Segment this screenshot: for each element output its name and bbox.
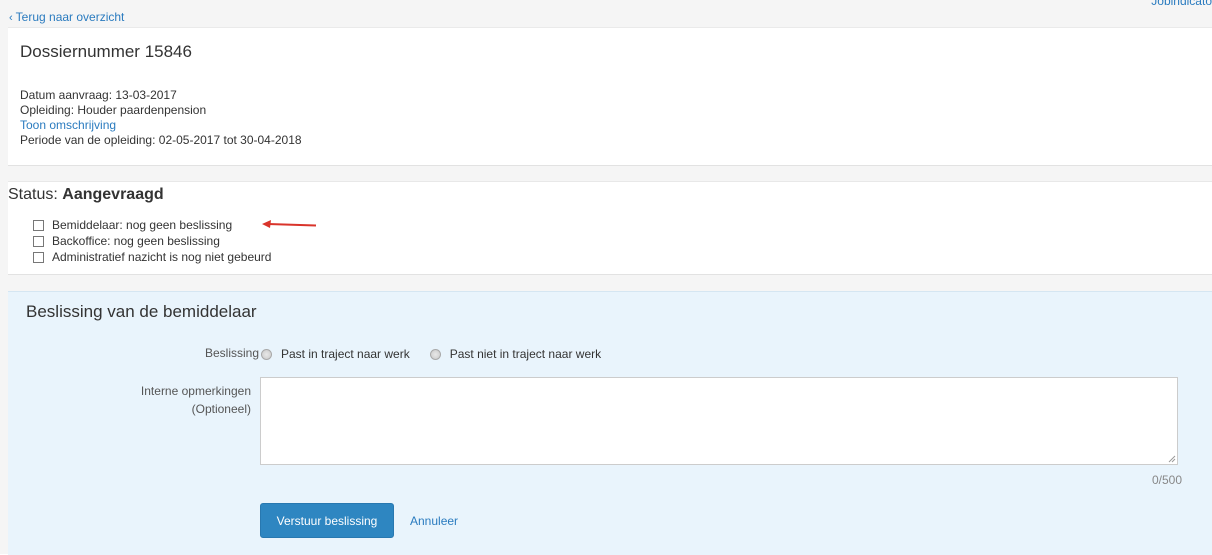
show-description-link[interactable]: Toon omschrijving [20, 118, 116, 132]
request-date: Datum aanvraag: 13-03-2017 [20, 88, 177, 102]
checkbox-unchecked-icon [33, 251, 44, 263]
comments-label-line1: Interne opmerkingen [140, 384, 251, 398]
decision-radio-group: Past in traject naar werk Past niet in t… [261, 347, 621, 361]
status-item-administratief: Administratief nazicht is nog niet gebeu… [33, 249, 271, 265]
training-name: Opleiding: Houder paardenpension [20, 103, 207, 117]
status-value: Aangevraagd [62, 186, 164, 203]
status-item-label: Bemiddelaar: nog geen beslissing [52, 218, 233, 232]
radio-button[interactable] [261, 348, 272, 360]
decision-panel: Beslissing van de bemiddelaar Beslissing… [8, 291, 1212, 555]
status-item-backoffice: Backoffice: nog geen beslissing [33, 233, 271, 249]
decision-title: Beslissing van de bemiddelaar [26, 302, 257, 321]
checkbox-unchecked-icon [33, 235, 44, 247]
radio-option-past-in-traject[interactable]: Past in traject naar werk [261, 347, 410, 361]
back-link-label: Terug naar overzicht [15, 10, 125, 24]
back-to-overview-link[interactable]: ‹ Terug naar overzicht [9, 10, 124, 24]
status-item-bemiddelaar: Bemiddelaar: nog geen beslissing [33, 217, 271, 233]
comments-label: Interne opmerkingen (Optioneel) [141, 382, 251, 418]
decision-label: Beslissing [204, 346, 259, 360]
checkbox-unchecked-icon [33, 219, 44, 231]
radio-option-past-niet-in-traject[interactable]: Past niet in traject naar werk [429, 347, 602, 361]
status-heading: Status: Aangevraagd [8, 186, 164, 204]
top-bar [0, 0, 1212, 26]
submit-decision-button[interactable]: Verstuur beslissing [260, 503, 394, 538]
dossier-details: Datum aanvraag: 13-03-2017 Opleiding: Ho… [20, 88, 302, 148]
status-card: Status: Aangevraagd Bemiddelaar: nog gee… [8, 181, 1212, 275]
jobindicator-link[interactable]: Jobindicato [1151, 0, 1212, 8]
dossier-title: Dossiernummer 15846 [20, 42, 192, 61]
chevron-left-icon: ‹ [9, 12, 13, 24]
red-arrow-left-icon [262, 220, 317, 228]
training-period: Periode van de opleiding: 02-05-2017 tot… [20, 133, 302, 147]
status-item-label: Backoffice: nog geen beslissing [52, 234, 220, 248]
radio-option-label: Past in traject naar werk [281, 347, 410, 361]
resize-handle-icon[interactable] [1168, 455, 1176, 463]
internal-comments-textarea[interactable] [260, 377, 1178, 465]
character-counter: 0/500 [1151, 473, 1182, 487]
radio-button[interactable] [429, 348, 441, 360]
status-item-label: Administratief nazicht is nog niet gebeu… [52, 250, 272, 264]
status-checklist: Bemiddelaar: nog geen beslissing Backoff… [33, 217, 271, 265]
dossier-card: Dossiernummer 15846 Datum aanvraag: 13-0… [8, 27, 1212, 166]
radio-option-label: Past niet in traject naar werk [449, 347, 602, 361]
status-label: Status: [8, 186, 58, 203]
comments-label-line2: (Optioneel) [191, 402, 251, 416]
cancel-link[interactable]: Annuleer [410, 514, 458, 528]
